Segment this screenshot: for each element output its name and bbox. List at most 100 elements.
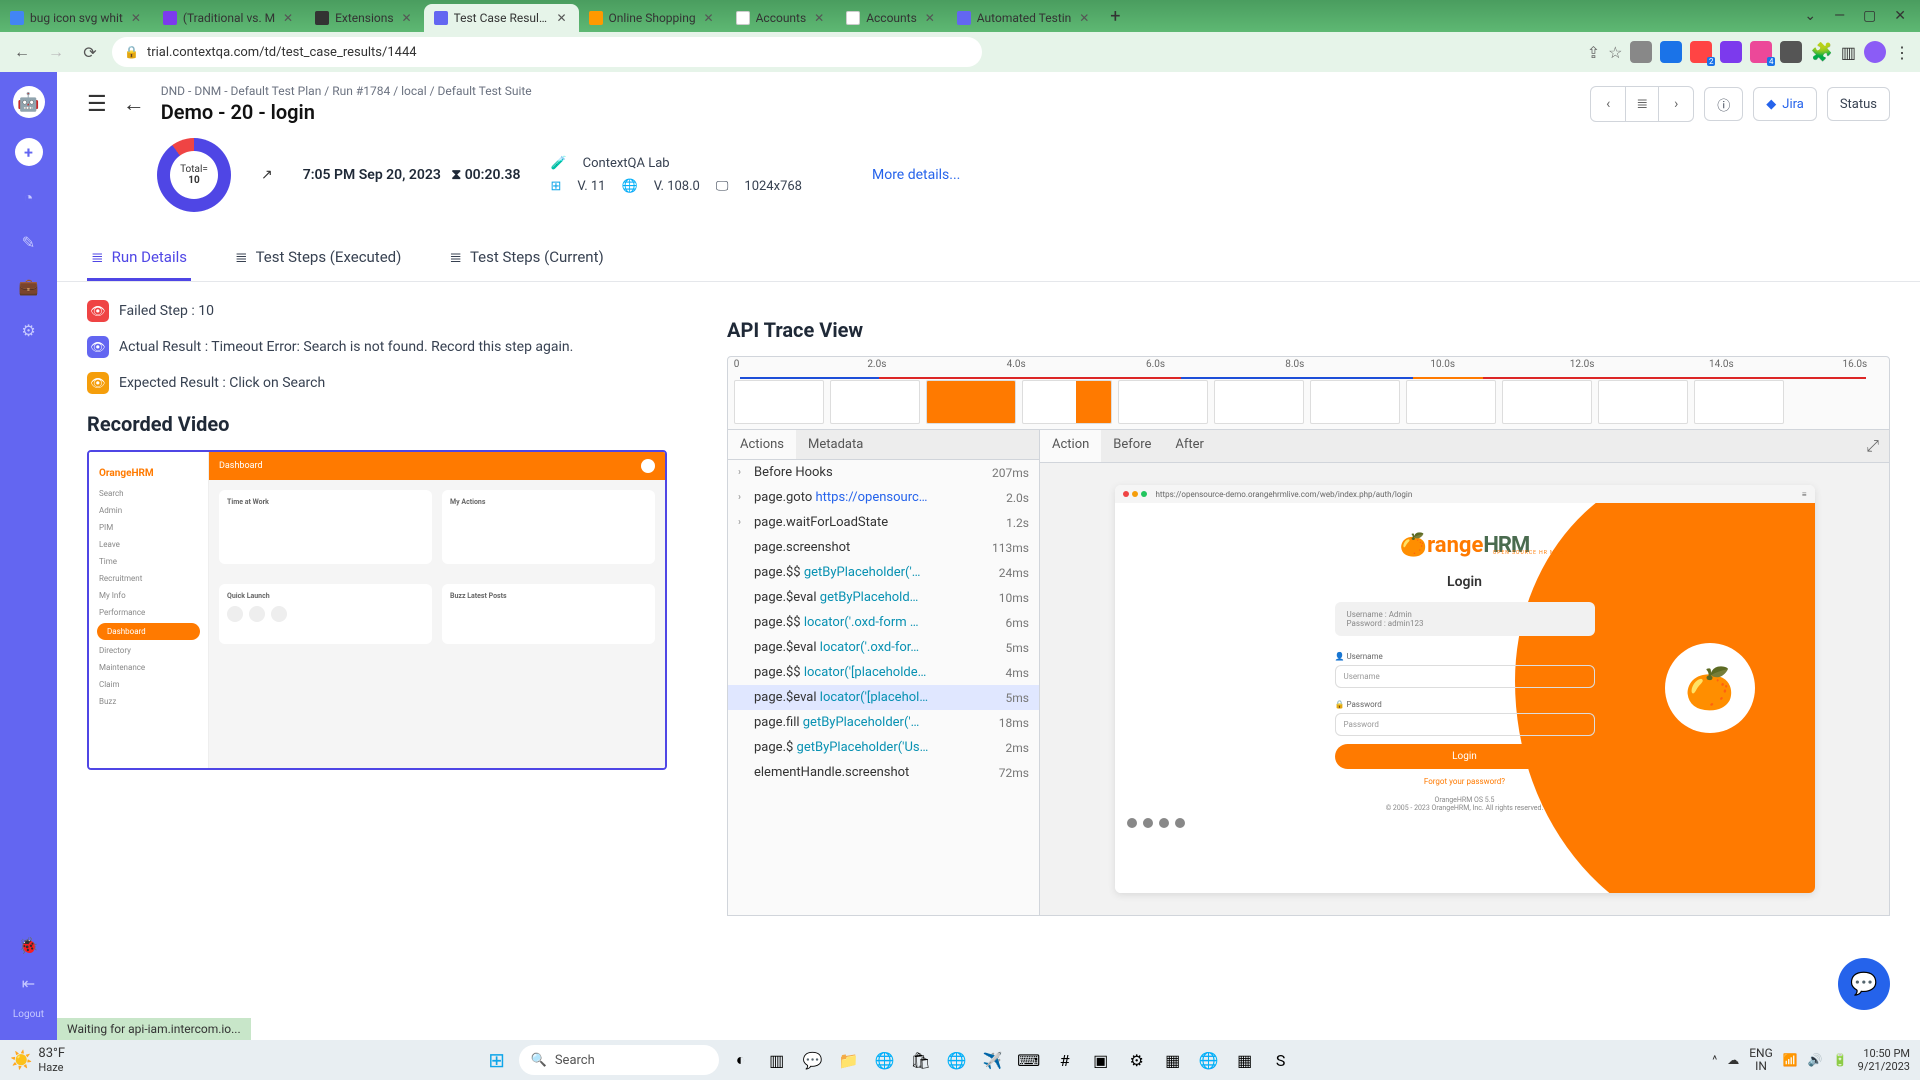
close-icon[interactable]: ✕ [702,11,716,25]
app-icon[interactable]: ▦ [1159,1046,1187,1074]
skype-icon[interactable]: S [1267,1046,1295,1074]
edit-icon[interactable]: ✎ [17,230,41,254]
action-row[interactable]: page.$eval locator('[placehol…5ms [728,685,1039,710]
action-row[interactable]: page.$$ locator('.oxd-form …6ms [728,610,1039,635]
tab-action[interactable]: Action [1040,430,1101,462]
extension-icon[interactable] [1720,41,1742,63]
address-bar[interactable]: 🔒 trial.contextqa.com/td/test_case_resul… [112,37,982,67]
slack-icon[interactable]: # [1051,1046,1079,1074]
app-icon[interactable]: ▦ [1231,1046,1259,1074]
store-icon[interactable]: 🛍 [907,1046,935,1074]
recorded-video[interactable]: OrangeHRM Search Admin PIM Leave Time Re… [87,450,667,770]
add-button[interactable]: + [15,138,43,166]
reload-button[interactable]: ⟳ [78,40,102,64]
copilot-icon[interactable]: ◐ [727,1046,755,1074]
tab-test-steps-current[interactable]: ≣ Test Steps (Current) [445,236,607,281]
action-row[interactable]: page.$eval locator('.oxd-for…5ms [728,635,1039,660]
action-row[interactable]: elementHandle.screenshot 72ms [728,760,1039,785]
action-row[interactable]: ›Before Hooks 207ms [728,460,1039,485]
side-panel-icon[interactable]: ▥ [1841,43,1856,62]
telegram-icon[interactable]: ✈️ [979,1046,1007,1074]
maximize-icon[interactable]: ▢ [1863,8,1876,24]
tray-chevron-icon[interactable]: ^ [1712,1053,1717,1067]
bookmark-icon[interactable]: ☆ [1608,43,1622,62]
volume-icon[interactable]: 🔊 [1808,1053,1823,1067]
extension-icon[interactable] [1660,41,1682,63]
browser-tab[interactable]: Automated Testin✕ [947,4,1102,32]
app-logo[interactable]: 🤖 [13,86,45,118]
tab-after[interactable]: After [1163,430,1216,462]
briefcase-icon[interactable]: 💼 [17,274,41,298]
settings-icon[interactable]: ⚙ [1123,1046,1151,1074]
kebab-menu-icon[interactable]: ⋮ [1894,43,1910,62]
gear-icon[interactable]: ⚙ [17,318,41,342]
browser-tab[interactable]: (Traditional vs. M✕ [153,4,305,32]
tab-test-steps-executed[interactable]: ≣ Test Steps (Executed) [231,236,405,281]
extension-icon[interactable]: 2 [1690,41,1712,63]
action-row[interactable]: page.$eval getByPlacehold…10ms [728,585,1039,610]
action-list[interactable]: ›Before Hooks 207ms›page.goto https://op… [728,460,1039,915]
profile-avatar[interactable] [1864,41,1886,63]
action-row[interactable]: page.fill getByPlaceholder('…18ms [728,710,1039,735]
jira-button[interactable]: ◆ Jira [1753,87,1817,121]
back-button[interactable]: ← [10,40,34,64]
info-button[interactable]: ⓘ [1704,87,1743,121]
logout-icon[interactable]: ⇤ [16,971,40,995]
clock[interactable]: 10:50 PM9/21/2023 [1858,1047,1910,1073]
close-icon[interactable]: ✕ [1077,11,1091,25]
task-view-icon[interactable]: ▥ [763,1046,791,1074]
action-row[interactable]: page.$$ locator('[placeholde…4ms [728,660,1039,685]
chrome-icon[interactable]: 🌐 [943,1046,971,1074]
teams-icon[interactable]: 💬 [799,1046,827,1074]
intercom-launcher[interactable]: 💬 [1838,958,1890,1010]
next-result-button[interactable]: › [1659,87,1693,121]
forward-button[interactable]: → [44,40,68,64]
prev-result-button[interactable]: ‹ [1591,87,1625,121]
extensions-menu-icon[interactable]: 🧩 [1810,42,1832,63]
close-icon[interactable]: ✕ [812,11,826,25]
extension-icon[interactable]: 4 [1750,41,1772,63]
close-icon[interactable]: ✕ [400,11,414,25]
action-row[interactable]: page.$$ getByPlaceholder('…24ms [728,560,1039,585]
close-icon[interactable]: ✕ [923,11,937,25]
new-tab-button[interactable]: + [1101,6,1129,27]
browser-tab[interactable]: Accounts✕ [836,4,947,32]
browser-tab[interactable]: bug icon svg whit✕ [0,4,153,32]
action-row[interactable]: ›page.waitForLoadState 1.2s [728,510,1039,535]
vscode-icon[interactable]: ⌨ [1015,1046,1043,1074]
browser-tab[interactable]: Accounts✕ [726,4,837,32]
action-row[interactable]: page.screenshot 113ms [728,535,1039,560]
browser-tab-active[interactable]: Test Case Result D✕ [424,4,579,32]
chevron-down-icon[interactable]: ⌄ [1804,8,1816,24]
chrome-canary-icon[interactable]: 🌐 [1195,1046,1223,1074]
share-icon[interactable]: ⇪ [1587,43,1600,62]
result-list-button[interactable]: ≣ [1625,87,1659,121]
tab-metadata[interactable]: Metadata [796,430,875,459]
weather-widget[interactable]: ☀️ 83°FHaze [10,1046,65,1074]
action-row[interactable]: ›page.goto https://opensourc…2.0s [728,485,1039,510]
close-icon[interactable]: ✕ [281,11,295,25]
extension-icon[interactable] [1630,41,1652,63]
trace-timeline[interactable]: 0 2.0s 4.0s 6.0s 8.0s 10.0s 12.0s 14.0s … [727,356,1890,430]
close-icon[interactable]: ✕ [129,11,143,25]
explorer-icon[interactable]: 📁 [835,1046,863,1074]
start-button[interactable]: ⊞ [483,1046,511,1074]
battery-icon[interactable]: 🔋 [1833,1053,1848,1067]
browser-tab[interactable]: Online Shopping✕ [579,4,726,32]
system-tray[interactable]: ^ ☁ ENGIN 📶 🔊 🔋 10:50 PM9/21/2023 [1712,1047,1910,1073]
close-window-icon[interactable]: ✕ [1894,8,1906,24]
hamburger-icon[interactable]: ☰ [87,92,107,117]
dashboard-icon[interactable]: ◔ [17,186,41,210]
taskbar-search[interactable]: 🔍 Search [519,1045,719,1075]
tab-actions[interactable]: Actions [728,430,796,459]
edge-icon[interactable]: 🌐 [871,1046,899,1074]
more-details-link[interactable]: More details... [872,167,960,183]
action-row[interactable]: page.$ getByPlaceholder('Us…2ms [728,735,1039,760]
popout-icon[interactable]: ⤢ [1856,430,1889,462]
close-icon[interactable]: ✕ [555,11,569,25]
browser-tab[interactable]: Extensions✕ [305,4,423,32]
back-icon[interactable]: ← [123,91,145,117]
wifi-icon[interactable]: 📶 [1783,1053,1798,1067]
minimize-icon[interactable]: — [1834,8,1845,24]
onedrive-icon[interactable]: ☁ [1727,1053,1739,1067]
